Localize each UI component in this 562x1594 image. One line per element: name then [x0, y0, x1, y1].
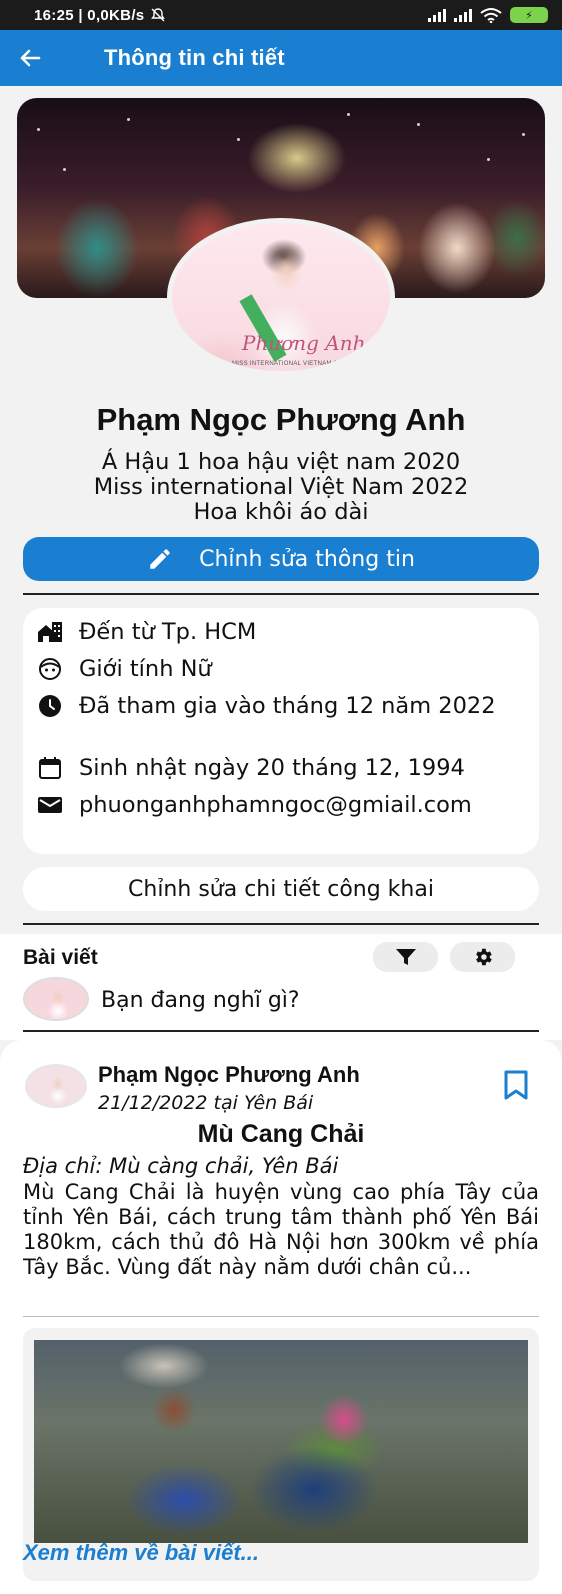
divider	[23, 593, 539, 595]
composer-input[interactable]: Bạn đang nghĩ gì?	[101, 988, 300, 1013]
gear-icon	[475, 948, 492, 966]
email-icon	[35, 793, 65, 817]
pencil-icon	[150, 549, 170, 569]
post-date-location: 21/12/2022 tại Yên Bái	[98, 1092, 314, 1114]
bio-line: Á Hậu 1 hoa hậu việt nam 2020	[101, 449, 461, 475]
divider	[23, 1030, 539, 1032]
back-button[interactable]	[0, 30, 60, 86]
detail-gender: Giới tính Nữ	[35, 657, 519, 682]
post-settings-button[interactable]	[450, 942, 515, 972]
posts-section-header: Bài viết Bạn đang nghĩ gì?	[0, 934, 562, 1040]
wifi-icon	[480, 8, 502, 23]
detail-text: Đến từ Tp. HCM	[79, 619, 257, 645]
bookmark-icon	[504, 1070, 528, 1100]
detail-text: phuonganhphamngoc@gmiail.com	[79, 792, 472, 818]
clock-icon	[35, 694, 65, 718]
detail-joined: Đã tham gia vào tháng 12 năm 2022	[35, 694, 519, 719]
edit-public-details-button[interactable]: Chỉnh sửa chi tiết công khai	[23, 867, 539, 911]
silent-bell-icon	[151, 8, 166, 22]
post-photo[interactable]	[34, 1340, 528, 1543]
post-address: Địa chỉ: Mù càng chải, Yên Bái	[23, 1154, 339, 1178]
post-card[interactable]: Phạm Ngọc Phương Anh 21/12/2022 tại Yên …	[0, 1040, 562, 1594]
battery-charging-icon: ⚡	[510, 7, 548, 23]
calendar-icon	[35, 756, 65, 780]
signal-icon-2	[454, 8, 472, 22]
profile-name: Phạm Ngọc Phương Anh	[96, 402, 466, 437]
face-icon	[35, 657, 65, 681]
post-title: Mù Cang Chải	[197, 1120, 365, 1148]
bio-line: Miss international Việt Nam 2022	[93, 474, 469, 500]
avatar-caption: MISS INTERNATIONAL VIETNAM 2022	[232, 361, 349, 367]
avatar-signature: Phương Anh	[242, 331, 366, 355]
filter-button[interactable]	[373, 942, 438, 972]
edit-profile-button[interactable]: Chỉnh sửa thông tin	[23, 537, 539, 581]
composer-avatar	[23, 977, 89, 1021]
home-city-icon	[35, 620, 65, 644]
details-card: Đến từ Tp. HCM Giới tính Nữ Đã tham gia …	[23, 608, 539, 854]
posts-title: Bài viết	[23, 946, 98, 969]
bookmark-button[interactable]	[502, 1070, 530, 1105]
detail-email: phuonganhphamngoc@gmiail.com	[35, 793, 519, 818]
profile-avatar[interactable]: Phương Anh MISS INTERNATIONAL VIETNAM 20…	[167, 218, 395, 376]
see-more-link[interactable]: Xem thêm về bài viết...	[23, 1540, 259, 1566]
detail-text: Giới tính Nữ	[79, 656, 212, 682]
edit-profile-label: Chỉnh sửa thông tin	[199, 546, 415, 572]
divider	[23, 923, 539, 925]
status-time: 16:25 | 0,0KB/s	[34, 6, 145, 24]
filter-icon	[395, 949, 416, 965]
detail-text: Đã tham gia vào tháng 12 năm 2022	[79, 693, 496, 719]
detail-hometown: Đến từ Tp. HCM	[35, 620, 519, 645]
detail-birthday: Sinh nhật ngày 20 tháng 12, 1994	[35, 756, 519, 781]
status-bar: 16:25 | 0,0KB/s ⚡	[0, 0, 562, 30]
bio-line: Hoa khôi áo dài	[193, 499, 369, 525]
edit-public-details-label: Chỉnh sửa chi tiết công khai	[128, 876, 434, 902]
detail-text: Sinh nhật ngày 20 tháng 12, 1994	[79, 755, 465, 781]
profile-bio: Á Hậu 1 hoa hậu việt nam 2020 Miss inter…	[0, 450, 562, 525]
arrow-left-icon	[20, 49, 41, 67]
page-title: Thông tin chi tiết	[104, 45, 285, 70]
post-author-name[interactable]: Phạm Ngọc Phương Anh	[98, 1062, 360, 1088]
post-body: Mù Cang Chải là huyện vùng cao phía Tây …	[23, 1180, 539, 1279]
app-bar: Thông tin chi tiết	[0, 30, 562, 86]
post-author-avatar[interactable]	[25, 1064, 87, 1108]
divider	[23, 1316, 539, 1317]
signal-icon	[428, 8, 446, 22]
